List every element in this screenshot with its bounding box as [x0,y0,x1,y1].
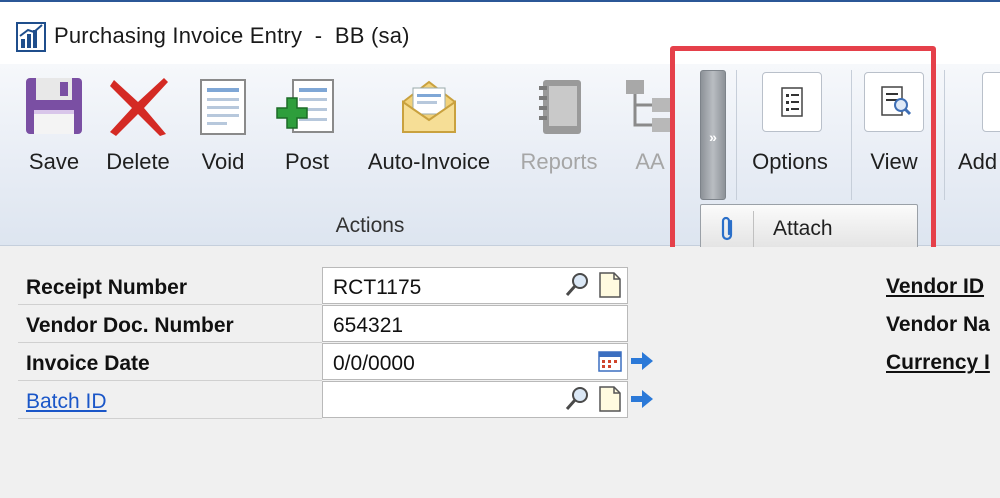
invoice-date-input[interactable]: 0/0/0000 [322,343,628,380]
attach-label: Attach [773,217,833,240]
aa-label: AA [635,149,665,174]
notebook-icon [539,80,581,134]
invoice-form: Receipt Number RCT1175 Vendor Doc. Numbe… [0,247,1000,498]
add-icon [982,72,1000,132]
ribbon-separator [944,70,945,200]
void-button[interactable]: Void [188,64,258,184]
floppy-disk-icon [26,78,82,134]
ribbon-separator [736,70,737,200]
save-button[interactable]: Save [18,64,90,184]
chevron-double-right-icon: » [709,129,717,145]
currency-id-link[interactable]: Currency I [886,351,990,375]
view-document-icon [864,72,924,132]
add-label: Add [958,149,998,174]
view-label: View [870,149,918,174]
auto-invoice-button[interactable]: Auto-Invoice [356,64,502,184]
attach-button[interactable]: Attach [700,204,918,252]
batch-id-link[interactable]: Batch ID [18,381,322,419]
save-label: Save [28,149,80,174]
ribbon: Save Delete Void Post Auto-Invoice Repor… [0,64,1000,252]
post-document-icon [276,79,334,133]
post-label: Post [284,149,330,174]
auto-invoice-label: Auto-Invoice [367,149,491,174]
red-x-icon [110,78,168,136]
expansion-arrow-icon[interactable] [628,347,656,375]
new-note-icon[interactable] [596,271,624,299]
actions-group-label: Actions [335,214,405,237]
vendor-id-link[interactable]: Vendor ID [886,275,984,299]
app-chart-icon [16,22,46,52]
paperclip-icon [721,216,733,241]
post-button[interactable]: Post [270,64,344,184]
reports-label: Reports [520,149,598,174]
lookup-magnifier-icon[interactable] [564,385,592,413]
delete-label: Delete [106,149,170,174]
view-button[interactable]: View [856,64,932,184]
options-label: Options [752,149,828,174]
aa-button[interactable]: AA [620,64,680,184]
vendor-doc-number-label: Vendor Doc. Number [18,305,322,343]
calendar-icon[interactable] [596,347,624,375]
void-document-icon [200,79,246,135]
vendor-doc-number-input[interactable]: 654321 [322,305,628,342]
expansion-arrow-icon[interactable] [628,385,656,413]
title-bar: Purchasing Invoice Entry - BB (sa) [0,2,1000,64]
void-label: Void [201,149,245,174]
invoice-date-label: Invoice Date [18,343,322,381]
lookup-magnifier-icon[interactable] [564,271,592,299]
reports-button[interactable]: Reports [512,64,606,184]
hierarchy-icon [626,80,670,132]
add-button[interactable]: Add [952,64,1000,184]
new-note-icon[interactable] [596,385,624,413]
envelope-icon [402,80,456,133]
receipt-number-label: Receipt Number [18,267,322,305]
delete-button[interactable]: Delete [98,64,178,184]
window-title: Purchasing Invoice Entry - BB (sa) [54,23,410,48]
vendor-name-label: Vendor Na [886,313,990,336]
ribbon-overflow-button[interactable]: » [700,70,726,200]
options-list-icon [762,72,822,132]
attach-divider [753,211,754,247]
ribbon-separator [851,70,852,200]
options-button[interactable]: Options [740,64,840,184]
